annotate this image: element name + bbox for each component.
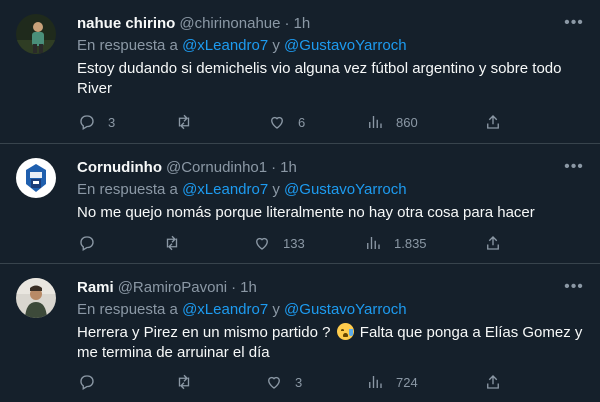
tweet-header: nahue chirino @chirinonahue · 1h: [77, 13, 310, 33]
mention-link[interactable]: @xLeandro7: [182, 181, 268, 198]
views-button[interactable]: 724: [366, 372, 418, 392]
retweet-button[interactable]: [163, 233, 193, 253]
tweet-2[interactable]: Cornudinho @Cornudinho1 · 1h ••• En resp…: [0, 144, 600, 264]
retweet-icon: [166, 235, 178, 251]
views-count: 1.835: [394, 235, 427, 251]
reply-prefix: En respuesta a: [77, 181, 178, 198]
retweet-icon: [178, 114, 190, 130]
author-handle[interactable]: @Cornudinho1: [166, 159, 267, 176]
avatar[interactable]: [16, 278, 56, 318]
separator-dot: ·: [231, 278, 237, 296]
reply-count: 3: [108, 114, 116, 130]
retweet-icon: [178, 374, 190, 390]
views-bar-chart-icon: [369, 376, 382, 388]
like-button[interactable]: 133: [253, 233, 305, 253]
separator-dot: ·: [284, 14, 290, 32]
mention-link[interactable]: @xLeandro7: [182, 301, 268, 318]
timestamp[interactable]: 1h: [240, 279, 257, 296]
reply-button[interactable]: 3: [78, 112, 115, 132]
reply-bubble-icon: [80, 115, 94, 130]
retweet-button[interactable]: [175, 112, 205, 132]
share-upload-icon: [487, 375, 499, 389]
share-button[interactable]: [484, 233, 502, 253]
reply-context: En respuesta a @xLeandro7 y @GustavoYarr…: [77, 37, 407, 54]
reply-button[interactable]: [78, 233, 108, 253]
retweet-button[interactable]: [175, 372, 205, 392]
reply-prefix: En respuesta a: [77, 301, 178, 318]
action-bar: 133 1.835: [68, 233, 508, 253]
reply-button[interactable]: [78, 372, 108, 392]
reply-context: En respuesta a @xLeandro7 y @GustavoYarr…: [77, 301, 407, 318]
timestamp[interactable]: 1h: [293, 15, 310, 32]
like-count: 3: [295, 374, 303, 390]
author-name[interactable]: nahue chirino: [77, 15, 175, 32]
author-handle[interactable]: @chirinonahue: [179, 15, 280, 32]
share-button[interactable]: [484, 112, 502, 132]
heart-icon: [268, 376, 280, 389]
heart-icon: [256, 237, 268, 250]
views-button[interactable]: 1.835: [364, 233, 427, 253]
tweet-text: No me quejo nomás porque literalmente no…: [77, 204, 535, 221]
like-count: 133: [283, 235, 305, 251]
action-bar: 3 724: [68, 372, 508, 392]
like-button[interactable]: 6: [268, 112, 305, 132]
avatar[interactable]: [16, 158, 56, 198]
reply-join: y: [272, 37, 280, 54]
like-button[interactable]: 3: [265, 372, 302, 392]
views-button[interactable]: 860: [366, 112, 418, 132]
tweet-1[interactable]: nahue chirino @chirinonahue · 1h ••• En …: [0, 0, 600, 144]
tweet-text: Herrera y Pirez en un mismo partido ? Fa…: [77, 323, 587, 363]
reply-join: y: [272, 301, 280, 318]
separator-dot: ·: [271, 158, 277, 176]
reply-prefix: En respuesta a: [77, 37, 178, 54]
views-count: 724: [396, 374, 418, 390]
views-count: 860: [396, 114, 418, 130]
heart-icon: [271, 116, 283, 129]
author-name[interactable]: Cornudinho: [77, 159, 162, 176]
reply-join: y: [272, 181, 280, 198]
reply-bubble-icon: [80, 236, 94, 251]
mention-link[interactable]: @GustavoYarroch: [284, 37, 407, 54]
mention-link[interactable]: @GustavoYarroch: [284, 181, 407, 198]
like-count: 6: [298, 114, 306, 130]
views-bar-chart-icon: [367, 237, 380, 249]
tweet-header: Cornudinho @Cornudinho1 · 1h: [77, 157, 297, 177]
tweet-header: Rami @RamiroPavoni · 1h: [77, 277, 257, 297]
author-handle[interactable]: @RamiroPavoni: [118, 279, 227, 296]
tweet-text-part: Herrera y Pirez en un mismo partido ?: [77, 324, 331, 341]
views-bar-chart-icon: [369, 116, 382, 128]
timestamp[interactable]: 1h: [280, 159, 297, 176]
more-icon[interactable]: •••: [562, 13, 586, 33]
reply-context: En respuesta a @xLeandro7 y @GustavoYarr…: [77, 181, 407, 198]
more-icon[interactable]: •••: [562, 277, 586, 297]
tweet-text: Estoy dudando si demichelis vio alguna v…: [77, 60, 562, 97]
mention-link[interactable]: @xLeandro7: [182, 37, 268, 54]
more-icon[interactable]: •••: [562, 157, 586, 177]
action-bar: 3 6 860: [68, 112, 508, 132]
crying-face-icon: [336, 323, 354, 340]
tweet-3[interactable]: Rami @RamiroPavoni · 1h ••• En respuesta…: [0, 264, 600, 402]
author-name[interactable]: Rami: [77, 279, 114, 296]
share-upload-icon: [487, 236, 499, 250]
avatar[interactable]: [16, 14, 56, 54]
share-button[interactable]: [484, 372, 502, 392]
mention-link[interactable]: @GustavoYarroch: [284, 301, 407, 318]
share-upload-icon: [487, 115, 499, 129]
reply-bubble-icon: [80, 375, 94, 390]
